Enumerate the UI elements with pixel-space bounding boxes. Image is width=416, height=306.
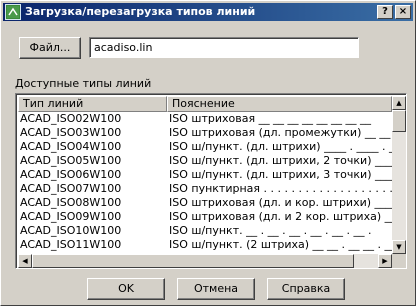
help-title-button[interactable]: ? <box>377 5 393 19</box>
scroll-down-icon[interactable]: ▼ <box>392 240 406 254</box>
table-row[interactable]: ACAD_ISO05W100 ISO ш/пункт. (дл. штрихи, … <box>18 154 392 168</box>
ok-button[interactable]: OK <box>87 278 165 300</box>
table-row[interactable]: ACAD_ISO08W100 ISO штриховая (дл. и кор. … <box>18 196 392 210</box>
table-row[interactable]: ACAD_ISO11W100 ISO ш/пункт. (2 штриха) __… <box>18 238 392 252</box>
close-button[interactable]: × <box>395 5 411 19</box>
linetype-name: ACAD_ISO04W100 <box>20 140 122 153</box>
file-button[interactable]: Файл... <box>19 37 81 59</box>
linetype-name: ACAD_ISO08W100 <box>20 196 122 209</box>
file-name-field[interactable]: acadiso.lin <box>89 37 359 58</box>
cancel-button[interactable]: Отмена <box>177 278 255 300</box>
linetype-name: ACAD_ISO03W100 <box>20 126 122 139</box>
scroll-up-icon[interactable]: ▲ <box>392 96 406 110</box>
linetype-name: ACAD_ISO07W100 <box>20 182 122 195</box>
linetype-description: ISO ш/пункт. __ . __ . __ . __ . __ . __… <box>169 224 372 237</box>
horizontal-scrollbar[interactable]: ◀ ▶ <box>18 254 392 268</box>
help-button[interactable]: Справка <box>267 278 345 300</box>
column-header-linetype[interactable]: Тип линий <box>18 96 167 112</box>
title-bar[interactable]: Загрузка/перезагрузка типов линий ? × <box>3 3 413 21</box>
linetype-load-dialog: Загрузка/перезагрузка типов линий ? × Фа… <box>0 0 416 306</box>
linetype-name: ACAD_ISO05W100 <box>20 154 122 167</box>
table-row[interactable]: ACAD_ISO03W100 ISO штриховая (дл. промежу… <box>18 126 392 140</box>
table-row[interactable]: ACAD_ISO09W100 ISO штриховая (дл. и 2 кор… <box>18 210 392 224</box>
linetype-name: ACAD_ISO02W100 <box>20 112 122 125</box>
linetype-name: ACAD_ISO06W100 <box>20 168 122 181</box>
linetype-description: ISO штриховая __ __ __ __ __ __ __ __ <box>169 112 372 125</box>
scroll-right-icon[interactable]: ▶ <box>378 254 392 268</box>
linetype-description: ISO ш/пункт. (дл. штрихи) ____ . ____ . … <box>169 140 392 153</box>
table-row[interactable]: ACAD_ISO10W100 ISO ш/пункт. __ . __ . __ … <box>18 224 392 238</box>
linetype-description: ISO ш/пункт. (дл. штрихи, 2 точки) ____ … <box>169 154 392 167</box>
available-linetypes-label: Доступные типы линий <box>15 77 152 90</box>
table-row[interactable]: ACAD_ISO04W100 ISO ш/пункт. (дл. штрихи) … <box>18 140 392 154</box>
linetype-description: ISO штриховая (дл. и кор. штрихи) ____ _… <box>169 196 392 209</box>
table-row[interactable]: ACAD_ISO07W100 ISO пунктирная . . . . . .… <box>18 182 392 196</box>
linetype-list[interactable]: Тип линий Пояснение ACAD_ISO02W100 ISO шт… <box>15 93 407 269</box>
linetype-name: ACAD_ISO09W100 <box>20 210 122 223</box>
table-row[interactable]: ACAD_ISO06W100 ISO ш/пункт. (дл. штрихи, … <box>18 168 392 182</box>
linetype-description: ISO пунктирная . . . . . . . . . . . . .… <box>169 182 392 195</box>
scrollbar-corner <box>392 254 406 268</box>
vertical-scrollbar[interactable]: ▲ ▼ <box>392 96 406 254</box>
horizontal-scroll-thumb[interactable] <box>32 254 354 268</box>
scroll-left-icon[interactable]: ◀ <box>18 254 32 268</box>
app-icon <box>5 4 21 20</box>
table-row[interactable]: ACAD_ISO02W100 ISO штриховая __ __ __ __ … <box>18 112 392 126</box>
window-title: Загрузка/перезагрузка типов линий <box>25 5 256 18</box>
linetype-name: ACAD_ISO11W100 <box>20 238 122 251</box>
linetype-name: ACAD_ISO10W100 <box>20 224 122 237</box>
linetype-description: ISO штриховая (дл. и 2 кор. штриха) ____… <box>169 210 392 223</box>
column-header-description[interactable]: Пояснение <box>167 96 392 112</box>
linetype-description: ISO штриховая (дл. промежутки) __ __ __ <box>169 126 392 139</box>
linetype-description: ISO ш/пункт. (дл. штрихи, 3 точки) ____ … <box>169 168 392 181</box>
linetype-rows: ACAD_ISO02W100 ISO штриховая __ __ __ __ … <box>18 112 392 252</box>
vertical-scroll-thumb[interactable] <box>392 110 406 132</box>
linetype-description: ISO ш/пункт. (2 штриха) __ __ . __ __ . … <box>169 238 392 251</box>
